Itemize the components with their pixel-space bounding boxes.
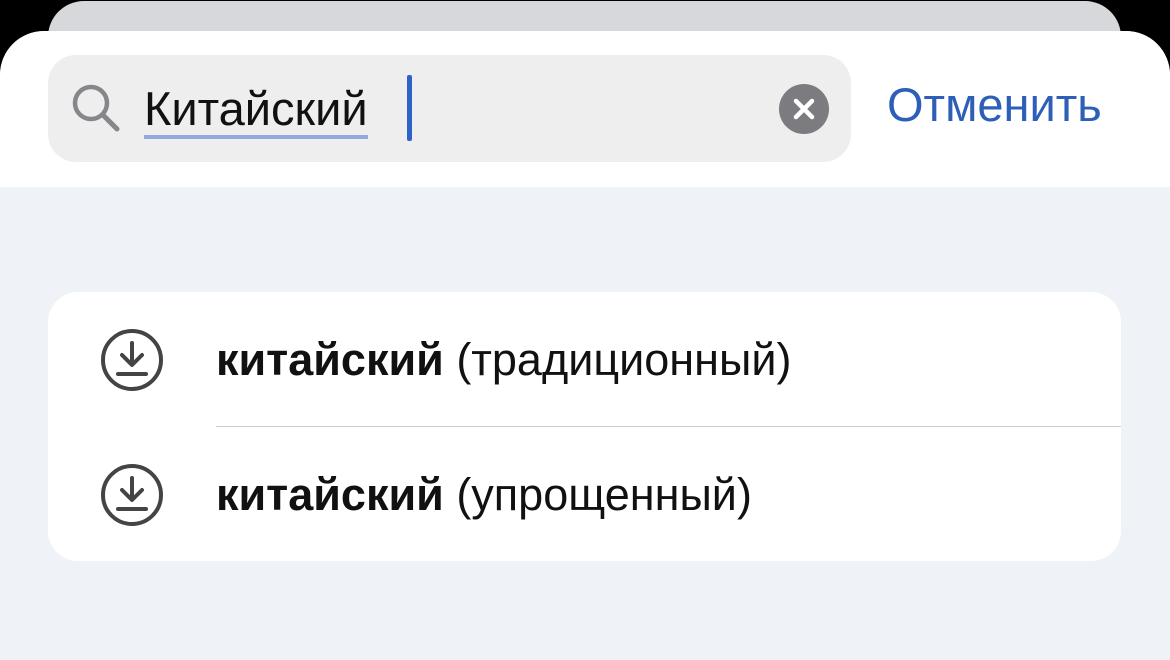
text-caret	[407, 75, 412, 141]
list-item-match: китайский	[216, 334, 444, 385]
search-input-value: Китайский	[144, 83, 368, 139]
search-results-list: китайский (традиционный) китайский (упро…	[48, 292, 1121, 561]
search-field[interactable]: Китайский	[48, 55, 851, 162]
list-item[interactable]: китайский (традиционный)	[48, 292, 1121, 427]
download-icon[interactable]	[100, 463, 164, 527]
list-item-detail: (традиционный)	[456, 334, 792, 385]
list-item-match: китайский	[216, 469, 444, 520]
search-icon	[70, 82, 122, 134]
list-item[interactable]: китайский (упрощенный)	[48, 427, 1121, 561]
list-item-detail: (упрощенный)	[456, 469, 752, 520]
download-icon[interactable]	[100, 328, 164, 392]
clear-circle-icon	[793, 98, 815, 120]
list-item-label: китайский (упрощенный)	[216, 465, 752, 525]
search-header: Китайский Отменить	[0, 31, 1170, 187]
language-search-sheet: Китайский Отменить китайский (традиционн…	[0, 31, 1170, 660]
list-item-label: китайский (традиционный)	[216, 330, 791, 390]
clear-search-button[interactable]	[779, 84, 829, 134]
cancel-button[interactable]: Отменить	[887, 75, 1102, 135]
search-input[interactable]: Китайский	[144, 79, 368, 139]
